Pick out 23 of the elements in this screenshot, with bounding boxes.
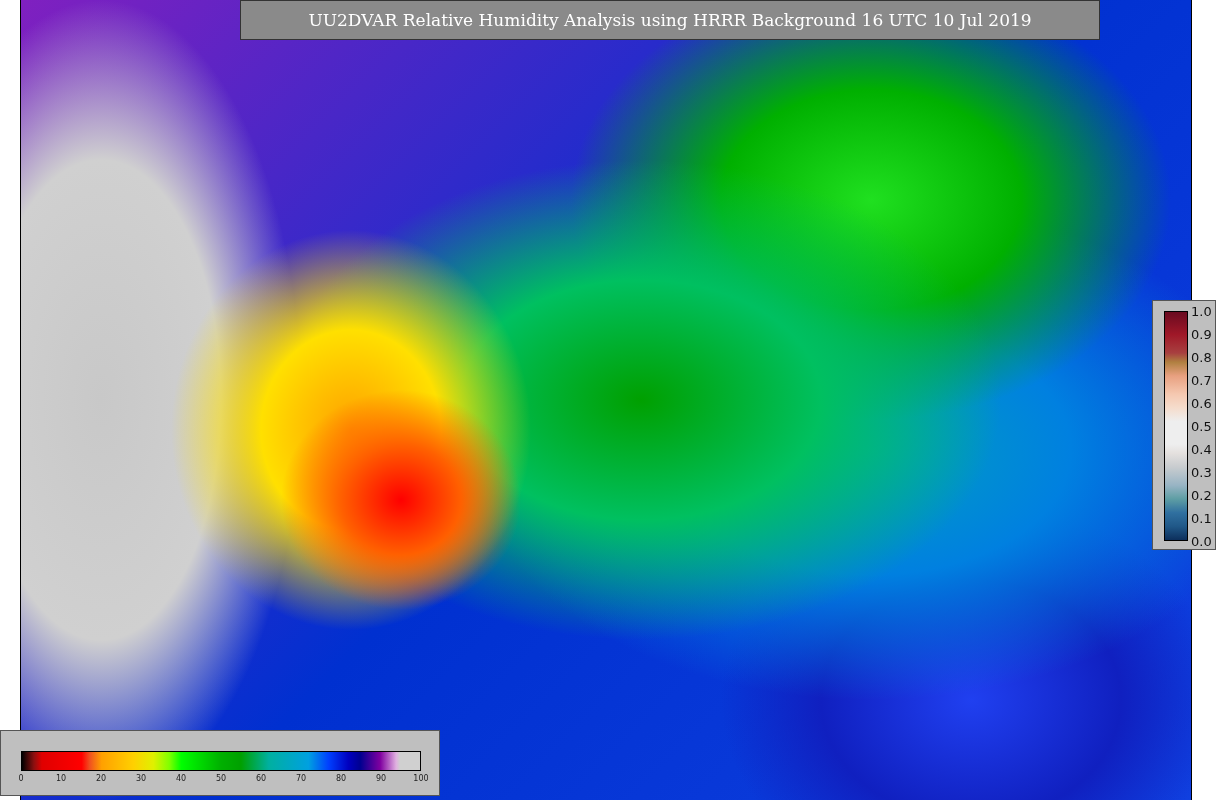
tick-label: 0.7: [1191, 372, 1212, 388]
tick-label: 0.4: [1191, 441, 1212, 457]
tick-label: 0.8: [1191, 349, 1212, 365]
tick-label: 80: [335, 774, 347, 783]
tick-label: 0.9: [1191, 326, 1212, 342]
tick-label: 0.1: [1191, 510, 1212, 526]
tick-label: 0.2: [1191, 487, 1212, 503]
tick-label: 50: [215, 774, 227, 783]
tick-label: 0.3: [1191, 464, 1212, 480]
tick-label: 1.0: [1191, 303, 1212, 319]
tick-label: 0.6: [1191, 395, 1212, 411]
tick-label: 10: [55, 774, 67, 783]
map-title: UU2DVAR Relative Humidity Analysis using HRRR Background 16 UTC 10 Jul 2019: [240, 0, 1100, 40]
tick-label: 0.0: [1191, 533, 1212, 549]
tick-label: 60: [255, 774, 267, 783]
tick-label: 70: [295, 774, 307, 783]
tick-label: 30: [135, 774, 147, 783]
tick-label: 40: [175, 774, 187, 783]
tick-label: 90: [375, 774, 387, 783]
tick-label: 0.5: [1191, 418, 1212, 434]
tick-label: 100: [413, 774, 429, 783]
tick-label: 0: [18, 774, 24, 783]
tick-label: 20: [95, 774, 107, 783]
